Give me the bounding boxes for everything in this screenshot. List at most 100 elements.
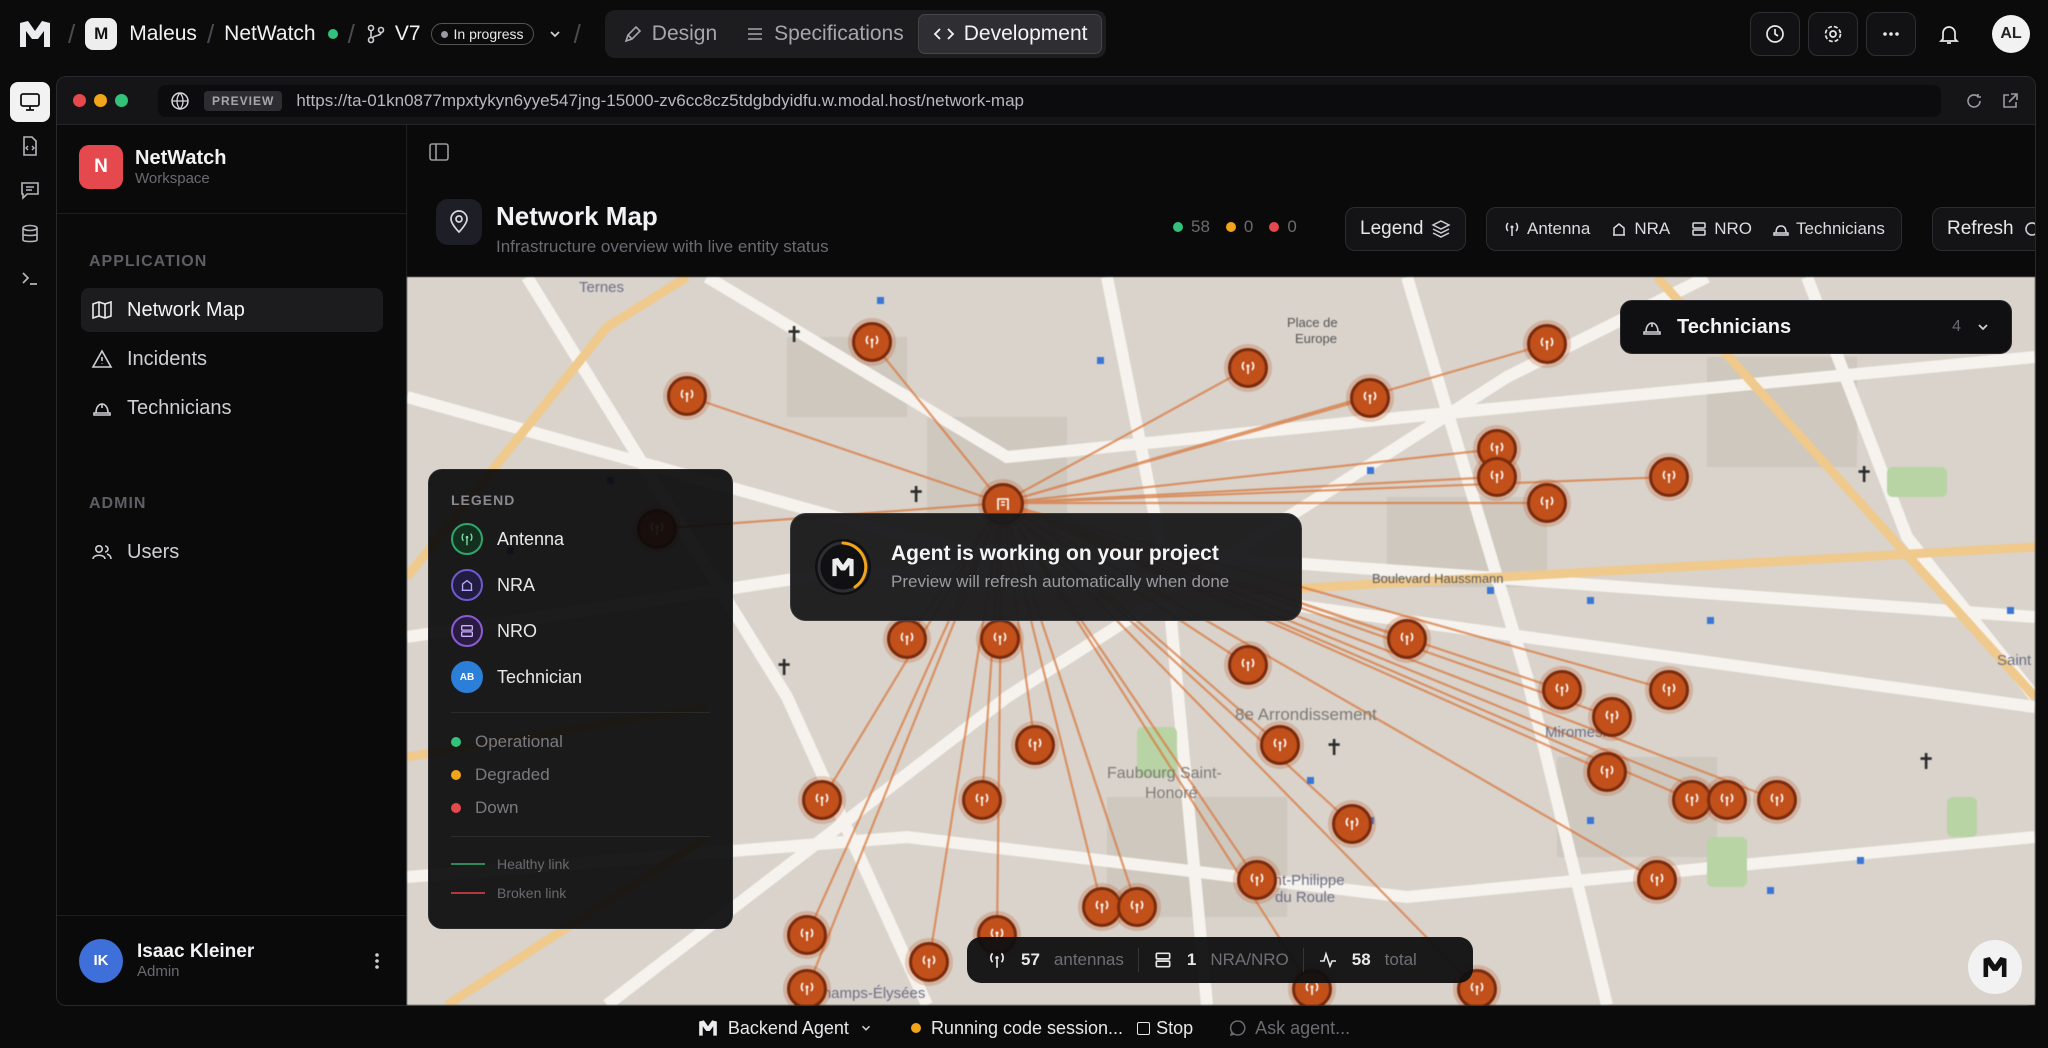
more-vertical-icon[interactable] — [369, 950, 385, 972]
antenna-marker[interactable] — [1260, 725, 1300, 765]
antenna-marker[interactable] — [802, 780, 842, 820]
window-maximize-dot[interactable] — [115, 94, 128, 107]
rail-database[interactable] — [10, 214, 50, 254]
antenna-icon — [1505, 222, 1519, 236]
antenna-marker[interactable] — [787, 915, 827, 955]
antennas-label: antennas — [1053, 950, 1124, 969]
down-dot — [1269, 222, 1280, 232]
filter-technicians[interactable]: Technicians — [1762, 219, 1895, 239]
rail-preview[interactable] — [10, 82, 50, 122]
antenna-marker[interactable] — [1637, 860, 1677, 900]
filter-nro[interactable]: NRO — [1680, 219, 1762, 239]
version-switcher[interactable]: V7 In progress — [365, 22, 564, 46]
sidebar-toggle-button[interactable] — [428, 141, 450, 163]
antenna-marker[interactable] — [852, 322, 892, 362]
antenna-marker[interactable] — [1332, 804, 1372, 844]
workspace-switcher[interactable]: N NetWatch Workspace — [79, 145, 226, 189]
user-avatar[interactable]: AL — [1992, 15, 2030, 53]
antenna-marker[interactable] — [1350, 378, 1390, 418]
tab-development[interactable]: Development — [917, 14, 1103, 54]
antenna-marker[interactable] — [1527, 324, 1567, 364]
antenna-marker[interactable] — [1707, 780, 1747, 820]
refresh-button[interactable]: Refresh — [1932, 207, 2035, 251]
tab-design[interactable]: Design — [609, 14, 731, 54]
antenna-marker[interactable] — [1228, 348, 1268, 388]
history-button[interactable] — [1750, 12, 1800, 56]
globe-icon — [171, 91, 189, 110]
legend-button[interactable]: Legend — [1345, 207, 1467, 251]
tab-specifications[interactable]: Specifications — [731, 14, 918, 54]
antenna-marker[interactable] — [1228, 645, 1268, 685]
url-field[interactable]: PREVIEW https://ta-01kn0877mpxtykyn6yye5… — [158, 84, 1941, 117]
antenna-marker[interactable] — [1649, 457, 1689, 497]
legend-item-nra: NRA — [451, 562, 710, 608]
project-name: NetWatch — [224, 22, 316, 45]
divider — [451, 836, 710, 837]
antenna-marker[interactable] — [1477, 457, 1517, 497]
antenna-marker[interactable] — [667, 376, 707, 416]
window-close-dot[interactable] — [73, 94, 86, 107]
section-label-application: APPLICATION — [89, 253, 208, 270]
antenna-marker[interactable] — [1387, 619, 1427, 659]
sidebar-item-technicians[interactable]: Technicians — [81, 386, 383, 430]
sidebar-item-network-map[interactable]: Network Map — [81, 288, 383, 332]
more-button[interactable] — [1866, 12, 1916, 56]
page-subtitle: Infrastructure overview with live entity… — [496, 237, 829, 256]
total-label: total — [1384, 950, 1417, 969]
window-minimize-dot[interactable] — [94, 94, 107, 107]
notifications-button[interactable] — [1924, 12, 1974, 56]
agent-selector[interactable]: Backend Agent — [698, 1018, 873, 1039]
project-switcher[interactable]: NetWatch — [224, 22, 338, 46]
breadcrumb-separator: / — [206, 18, 215, 49]
rail-chat[interactable] — [10, 170, 50, 210]
antenna-icon — [451, 523, 483, 555]
divider — [57, 213, 407, 214]
org-switcher[interactable]: M Maleus — [85, 18, 197, 50]
antenna-marker[interactable] — [962, 780, 1002, 820]
filter-antenna[interactable]: Antenna — [1493, 219, 1600, 239]
breadcrumb-separator: / — [573, 18, 581, 49]
rail-files[interactable] — [10, 126, 50, 166]
antenna-marker[interactable] — [1237, 860, 1277, 900]
maleus-logo-icon — [699, 1020, 717, 1036]
legend-link-healthy: Healthy link — [451, 849, 710, 878]
antenna-marker[interactable] — [1082, 887, 1122, 927]
session-status: Running code session... — [910, 1018, 1123, 1039]
filter-nra[interactable]: NRA — [1600, 219, 1680, 239]
antenna-marker[interactable] — [1015, 725, 1055, 765]
legend-item-antenna: Antenna — [451, 516, 710, 562]
antenna-marker[interactable] — [1649, 670, 1689, 710]
antenna-marker[interactable] — [909, 942, 949, 982]
legend-link-broken: Broken link — [451, 878, 710, 907]
more-horizontal-icon — [1883, 32, 1899, 36]
antenna-marker[interactable] — [1527, 483, 1567, 523]
sidebar-item-incidents[interactable]: Incidents — [81, 337, 383, 381]
antenna-marker[interactable] — [1587, 752, 1627, 792]
antenna-marker[interactable] — [1672, 780, 1712, 820]
nra-count: 1 — [1186, 950, 1197, 969]
stop-button[interactable]: Stop — [1137, 1018, 1193, 1039]
workspace-logo: N — [79, 145, 123, 189]
settings-button[interactable] — [1808, 12, 1858, 56]
map-label-arrondissement: 8e Arrondissement — [1235, 705, 1377, 724]
antenna-marker[interactable] — [887, 619, 927, 659]
antenna-marker[interactable] — [1757, 780, 1797, 820]
antenna-marker[interactable] — [1117, 887, 1157, 927]
building-icon — [1613, 223, 1626, 236]
assistant-fab[interactable] — [1968, 940, 2022, 994]
antenna-marker[interactable] — [1542, 670, 1582, 710]
open-external-button[interactable] — [2001, 92, 2019, 110]
antenna-marker[interactable] — [980, 619, 1020, 659]
technicians-dropdown[interactable]: Technicians 4 — [1620, 300, 2012, 354]
antenna-marker[interactable] — [787, 969, 827, 1005]
chevron-down-icon — [861, 1025, 870, 1031]
user-role: Admin — [137, 963, 180, 980]
antenna-marker[interactable] — [1592, 697, 1632, 737]
panel-left-icon — [429, 143, 449, 161]
hard-hat-icon — [1773, 225, 1789, 236]
sidebar-item-users[interactable]: Users — [81, 530, 383, 574]
ask-agent-input[interactable]: Ask agent... — [1229, 1018, 1350, 1039]
rail-terminal[interactable] — [10, 258, 50, 298]
reload-button[interactable] — [1965, 92, 1983, 110]
maleus-logo[interactable] — [18, 19, 52, 49]
